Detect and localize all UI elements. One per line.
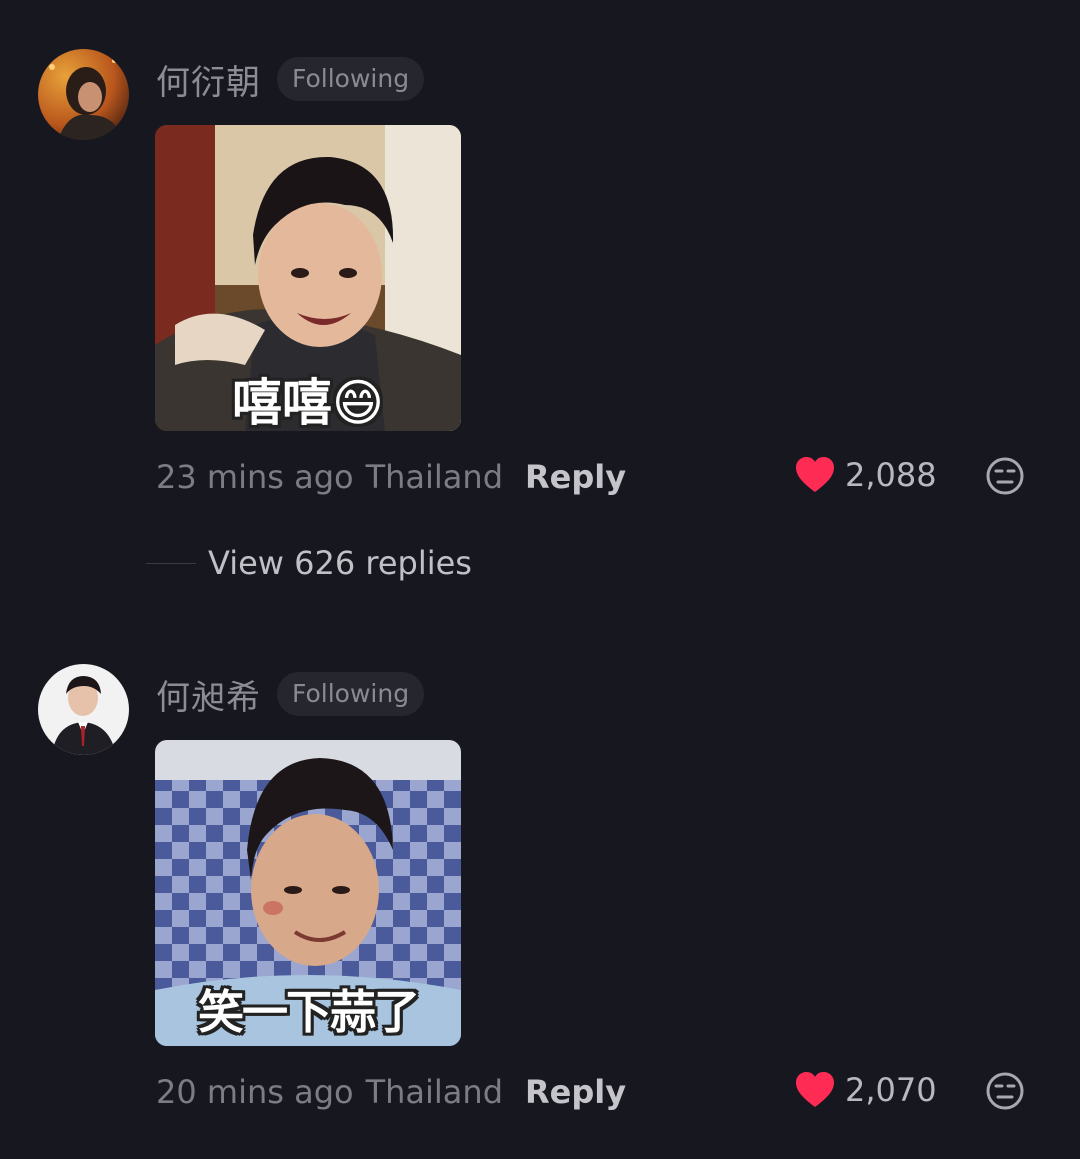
like-count: 2,088	[845, 456, 937, 494]
reply-button[interactable]: Reply	[525, 1073, 626, 1111]
like-count: 2,070	[845, 1071, 937, 1109]
view-replies-label: View 626 replies	[208, 544, 472, 582]
avatar[interactable]	[38, 664, 129, 755]
heart-icon	[796, 1072, 834, 1107]
following-badge: Following	[277, 672, 425, 716]
sticker-caption: 笑一下蒜了	[198, 985, 420, 1039]
like-button[interactable]: 2,088	[795, 452, 937, 498]
comment-time: 23 mins ago	[156, 458, 354, 496]
avatar[interactable]	[38, 49, 129, 140]
unamused-face-icon[interactable]	[985, 1071, 1025, 1111]
heart-icon	[796, 457, 834, 492]
divider	[146, 562, 196, 564]
comment-location: Thailand	[365, 458, 503, 496]
sticker-image[interactable]: 笑一下蒜了	[155, 740, 461, 1046]
comment-time: 20 mins ago	[156, 1073, 354, 1111]
sticker-image[interactable]: 嘻嘻😄	[155, 125, 461, 431]
unamused-face-icon[interactable]	[985, 456, 1025, 496]
reply-button[interactable]: Reply	[525, 458, 626, 496]
sticker-caption: 嘻嘻😄	[231, 374, 385, 431]
username[interactable]: 何昶希	[156, 670, 261, 719]
view-replies-button[interactable]: View 626 replies	[146, 540, 472, 586]
following-badge: Following	[277, 57, 425, 101]
comment-location: Thailand	[365, 1073, 503, 1111]
username[interactable]: 何衍朝	[156, 55, 261, 104]
like-button[interactable]: 2,070	[795, 1067, 937, 1113]
